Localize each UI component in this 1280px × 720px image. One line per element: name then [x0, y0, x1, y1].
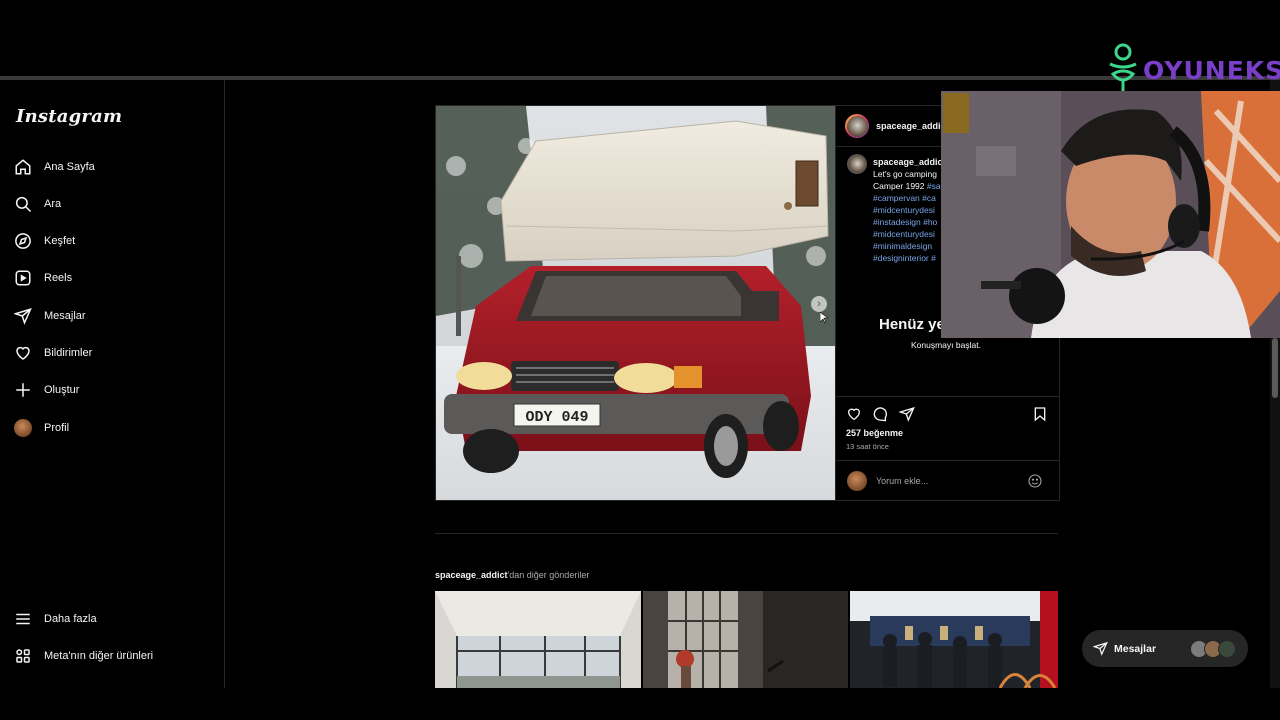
instagram-logo[interactable]: Instagram [16, 106, 122, 127]
more-posts-username[interactable]: spaceage_addict [435, 570, 508, 580]
grid-thumbnail[interactable] [435, 591, 641, 688]
no-comments-title: Henüz ye [879, 316, 945, 333]
sidebar-item-more[interactable]: Daha fazla [14, 605, 97, 633]
apps-icon [16, 649, 30, 663]
sidebar-item-label: Daha fazla [44, 613, 97, 625]
hashtag-link[interactable]: #sa [927, 181, 941, 191]
brand-logo-icon [1109, 43, 1137, 92]
send-icon [1093, 641, 1108, 656]
sidebar-item-label: Mesajlar [44, 310, 86, 322]
top-black-bar [0, 0, 1280, 76]
sidebar-item-home[interactable]: Ana Sayfa [14, 153, 95, 181]
saab-camper-image: ODY 049 [436, 106, 835, 500]
like-heart-icon[interactable] [846, 406, 862, 422]
caption-line: Let's go camping [873, 169, 937, 179]
sidebar-item-label: Meta'nın diğer ürünleri [44, 650, 154, 662]
sidebar-item-profile[interactable]: Profil [14, 414, 69, 442]
sidebar-item-label: Reels [44, 272, 73, 284]
caption-avatar[interactable] [847, 154, 867, 174]
share-icon[interactable] [899, 406, 915, 422]
thumbnail-image [435, 591, 641, 688]
avatar [14, 419, 32, 437]
comment-icon[interactable] [872, 406, 888, 422]
bookmark-icon[interactable] [1032, 406, 1048, 422]
home-icon [15, 159, 31, 175]
caption-username[interactable]: spaceage_addict [873, 157, 946, 167]
avatar [1218, 640, 1236, 658]
comment-input[interactable]: Yorum ekle... [876, 476, 928, 486]
scrollbar-thumb[interactable] [1272, 338, 1278, 398]
send-icon [14, 308, 32, 325]
sidebar-item-label: Oluştur [44, 384, 80, 396]
author-avatar[interactable] [845, 114, 869, 138]
sidebar-item-notifications[interactable]: Bildirimler [14, 339, 92, 367]
sidebar-item-messages[interactable]: Mesajlar [14, 302, 86, 330]
sidebar-item-explore[interactable]: Keşfet [14, 227, 75, 255]
sidebar-item-label: Profil [44, 422, 70, 434]
divider [836, 460, 1060, 461]
grid-thumbnail[interactable] [643, 591, 848, 688]
license-plate: ODY 049 [525, 409, 588, 426]
brand-wordmark: OYUNEKS [1143, 56, 1280, 85]
no-comments-subtitle: Konuşmayı başlat. [911, 340, 981, 350]
next-photo-button[interactable]: › [811, 296, 827, 312]
sidebar-item-label: Ara [44, 198, 62, 210]
caption-line: Camper 1992 [873, 181, 925, 191]
sidebar-item-reels[interactable]: Reels [14, 264, 72, 292]
reels-icon [15, 270, 31, 286]
post-timestamp: 13 saat önce [846, 442, 889, 451]
post-photo[interactable]: ODY 049 › [436, 106, 835, 500]
author-username[interactable]: spaceage_addic [876, 121, 946, 131]
bottom-black-bar [0, 688, 1280, 720]
menu-icon [16, 613, 30, 625]
sidebar-item-label: Bildirimler [44, 347, 93, 359]
sidebar-item-create[interactable]: Oluştur [14, 376, 79, 404]
more-posts-heading: spaceage_addict'dan diğer gönderiler [435, 570, 589, 580]
thumbnail-image [643, 591, 848, 688]
divider [836, 396, 1060, 397]
more-posts-suffix: 'dan diğer gönderiler [507, 570, 590, 580]
sidebar-item-label: Keşfet [44, 235, 76, 247]
webcam-video [941, 91, 1280, 338]
plus-icon [16, 383, 30, 397]
webcam-overlay [941, 91, 1280, 338]
compass-icon [15, 233, 31, 249]
thumbnail-image [850, 591, 1058, 688]
chevron-right-icon: › [817, 298, 821, 310]
avatar [847, 471, 867, 491]
sidebar-item-search[interactable]: Ara [14, 190, 61, 218]
sidebar-item-label: Ana Sayfa [44, 161, 95, 173]
heart-icon [16, 346, 30, 360]
sidebar: Instagram Ana Sayfa Ara Keşfet Reels Mes… [0, 80, 225, 688]
search-icon [15, 196, 32, 213]
emoji-icon[interactable] [1027, 473, 1043, 489]
sidebar-item-meta-products[interactable]: Meta'nın diğer ürünleri [14, 642, 153, 670]
grid-thumbnail[interactable] [850, 591, 1058, 688]
messages-dock-label: Mesajlar [1114, 643, 1157, 655]
section-divider [435, 533, 1058, 534]
mouse-cursor-icon [820, 312, 828, 324]
likes-count[interactable]: 257 beğenme [846, 428, 903, 438]
